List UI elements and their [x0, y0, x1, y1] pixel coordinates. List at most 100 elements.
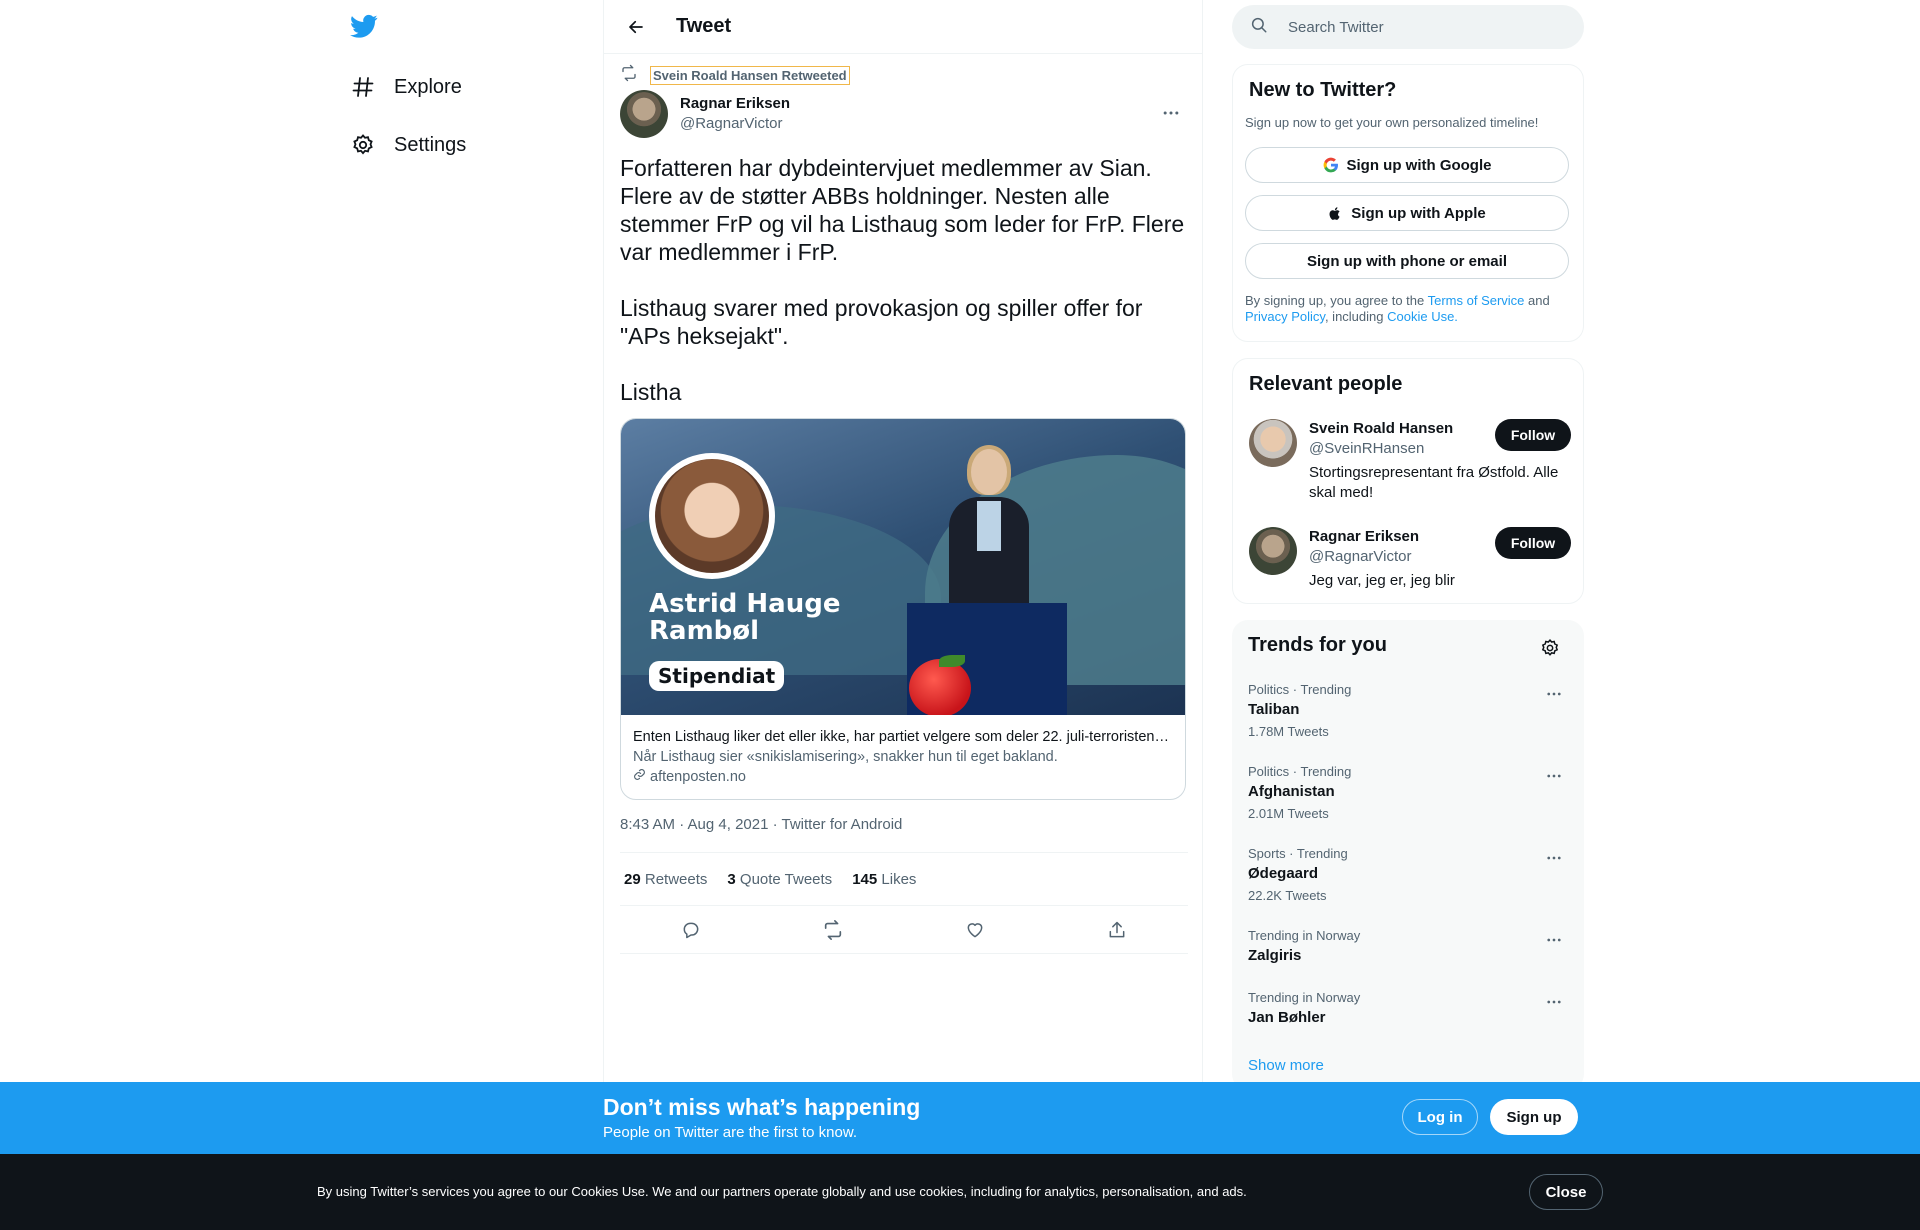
relevant-people-title: Relevant people	[1249, 373, 1403, 395]
avatar[interactable]	[1249, 527, 1297, 575]
trend-more-button[interactable]	[1540, 992, 1568, 1012]
card-domain-text: aftenposten.no	[650, 769, 746, 785]
search-input[interactable]	[1288, 18, 1548, 36]
trend-more-button[interactable]	[1540, 684, 1568, 704]
signup-google-label: Sign up with Google	[1346, 156, 1492, 174]
trend-more-button[interactable]	[1540, 766, 1568, 786]
new-to-twitter-panel: New to Twitter? Sign up now to get your …	[1232, 64, 1584, 342]
trend-context: Sports · Trending	[1248, 846, 1348, 861]
trend-more-button[interactable]	[1540, 848, 1568, 868]
tweet-text: Forfatteren har dybdeintervjuet medlemme…	[620, 154, 1190, 434]
show-more-link[interactable]: Show more	[1248, 1057, 1324, 1074]
share-icon	[1109, 921, 1125, 937]
person-bio: Stortingsrepresentant fra Østfold. Alle …	[1309, 464, 1559, 501]
reply-icon	[683, 922, 699, 938]
nav-item-explore[interactable]: Explore	[350, 65, 462, 109]
trend-item[interactable]: Trending in Norway Zalgiris	[1248, 928, 1568, 966]
card-domain: aftenposten.no	[633, 767, 1173, 787]
page-title: Tweet	[676, 15, 732, 37]
signup-banner: Don’t miss what’s happening People on Tw…	[0, 1082, 1920, 1154]
retweet-icon	[620, 64, 638, 87]
trend-item[interactable]: Politics · Trending Afghanistan 2.01M Tw…	[1248, 764, 1568, 822]
legal-and: and	[1524, 293, 1550, 308]
signup-phone-button[interactable]: Sign up with phone or email	[1245, 243, 1569, 279]
trend-name: Ødegaard	[1248, 865, 1319, 882]
retweets-stat[interactable]: 29 Retweets	[624, 871, 707, 888]
card-description: Når Listhaug sier «snikislamisering», sn…	[633, 749, 1058, 765]
retweets-label: Retweets	[644, 870, 708, 888]
portrait-photo	[655, 459, 769, 573]
card-image-badge: Stipendiat	[649, 661, 785, 691]
login-button[interactable]: Log in	[1402, 1099, 1478, 1135]
trend-item[interactable]: Politics · Trending Taliban 1.78M Tweets	[1248, 682, 1568, 740]
legal-prefix: By signing up, you agree to the	[1245, 293, 1428, 308]
trend-name: Jan Bøhler	[1248, 1009, 1326, 1026]
retweeted-by-link[interactable]: Svein Roald Hansen Retweeted	[650, 66, 850, 85]
trend-name: Afghanistan	[1248, 783, 1335, 800]
back-button[interactable]	[618, 9, 654, 45]
trend-count: 22.2K Tweets	[1248, 888, 1327, 903]
likes-count: 145	[852, 870, 878, 888]
trend-item[interactable]: Trending in Norway Jan Bøhler	[1248, 990, 1568, 1028]
tweet-author: Ragnar Eriksen @RagnarVictor	[620, 90, 1188, 138]
trend-context: Politics · Trending	[1248, 682, 1352, 697]
reply-button[interactable]	[673, 912, 709, 948]
tweet-stats: 29 Retweets 3 Quote Tweets 145 Likes	[620, 852, 1188, 906]
tweet-paragraph: Listhaug svarer med provokasjon og spill…	[620, 295, 1143, 349]
cookie-consent-bar: By using Twitter’s services you agree to…	[0, 1154, 1920, 1230]
main-header: Tweet	[604, 0, 1202, 54]
signup-google-button[interactable]: Sign up with Google	[1245, 147, 1569, 183]
trends-title: Trends for you	[1248, 634, 1387, 656]
trends-panel: Trends for you Politics · Trending Talib…	[1232, 620, 1584, 1090]
retweet-button[interactable]	[815, 912, 851, 948]
quote-tweets-stat[interactable]: 3 Quote Tweets	[727, 871, 832, 888]
retweets-count: 29	[624, 870, 641, 888]
nav-item-settings[interactable]: Settings	[350, 123, 466, 167]
tweet-paragraph: Forfatteren har dybdeintervjuet medlemme…	[620, 155, 1185, 265]
nav-label-explore: Explore	[394, 75, 462, 98]
tweet-timestamp[interactable]: 8:43 AM · Aug 4, 2021 · Twitter for Andr…	[620, 816, 902, 833]
author-name[interactable]: Ragnar Eriksen	[680, 94, 790, 114]
like-button[interactable]	[957, 912, 993, 948]
cookie-link[interactable]: Cookie Use.	[1387, 309, 1458, 324]
follow-button[interactable]: Follow	[1495, 527, 1571, 559]
legal-including: , including	[1324, 309, 1388, 324]
cookie-text: By using Twitter’s services you agree to…	[317, 1184, 1247, 1199]
hashtag-icon	[350, 74, 376, 100]
author-handle[interactable]: @RagnarVictor	[680, 114, 790, 134]
retweet-icon	[824, 919, 842, 940]
trend-more-button[interactable]	[1540, 930, 1568, 950]
link-icon	[633, 767, 646, 787]
signup-apple-button[interactable]: Sign up with Apple	[1245, 195, 1569, 231]
card-meta: Enten Listhaug liker det eller ikke, har…	[621, 715, 1185, 799]
arrow-left-icon	[629, 20, 643, 33]
terms-link[interactable]: Terms of Service	[1428, 293, 1525, 308]
follow-button[interactable]: Follow	[1495, 419, 1571, 451]
google-icon	[1323, 157, 1339, 173]
trends-settings-button[interactable]	[1536, 634, 1564, 662]
trend-item[interactable]: Sports · Trending Ødegaard 22.2K Tweets	[1248, 846, 1568, 904]
more-icon	[1547, 774, 1561, 778]
person-bio: Jeg var, jeg er, jeg blir	[1309, 572, 1455, 589]
trend-name: Taliban	[1248, 701, 1300, 718]
cookie-close-button[interactable]: Close	[1529, 1174, 1603, 1210]
share-button[interactable]	[1099, 912, 1135, 948]
card-title: Enten Listhaug liker det eller ikke, har…	[633, 729, 1173, 745]
privacy-link[interactable]: Privacy Policy	[1245, 309, 1325, 324]
card-image-name: Astrid Hauge Rambøl	[649, 589, 841, 646]
trend-count: 2.01M Tweets	[1248, 806, 1329, 821]
more-options-button[interactable]	[1154, 96, 1188, 130]
banner-subtitle: People on Twitter are the first to know.	[603, 1124, 858, 1141]
avatar[interactable]	[620, 90, 668, 138]
signup-button[interactable]: Sign up	[1490, 1099, 1578, 1135]
apple-icon	[1328, 205, 1343, 222]
search-bar[interactable]	[1232, 5, 1584, 49]
link-card[interactable]: Astrid Hauge Rambøl Stipendiat Enten List…	[620, 418, 1186, 800]
search-icon	[1250, 16, 1268, 39]
retweet-context: Svein Roald Hansen Retweeted	[620, 64, 850, 87]
twitter-logo-icon[interactable]	[350, 12, 382, 44]
gear-icon	[1541, 638, 1559, 656]
likes-stat[interactable]: 145 Likes	[852, 871, 916, 888]
relevant-people-panel: Relevant people Svein Roald Hansen @Svei…	[1232, 358, 1584, 604]
avatar[interactable]	[1249, 419, 1297, 467]
